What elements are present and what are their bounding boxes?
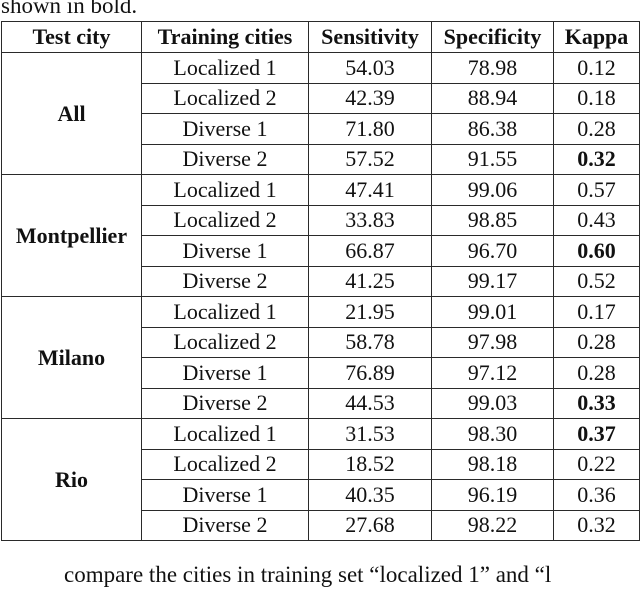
specificity-cell: 99.03 bbox=[431, 387, 554, 419]
kappa-cell: 0.22 bbox=[553, 448, 640, 480]
sensitivity-cell: 66.87 bbox=[308, 235, 432, 267]
kappa-cell: 0.37 bbox=[553, 418, 640, 450]
kappa-cell: 0.32 bbox=[553, 143, 640, 175]
sensitivity-cell: 21.95 bbox=[308, 296, 432, 328]
kappa-cell: 0.18 bbox=[553, 82, 640, 114]
sensitivity-cell: 42.39 bbox=[308, 82, 432, 114]
test-city-cell: Milano bbox=[1, 296, 142, 419]
training-cities-cell: Localized 2 bbox=[141, 204, 309, 236]
table-row: All Localized 1 54.03 78.98 0.12 bbox=[1, 52, 640, 175]
specificity-cell: 99.01 bbox=[431, 296, 554, 328]
test-city-cell: Rio bbox=[1, 418, 142, 541]
training-cities-cell: Localized 2 bbox=[141, 82, 309, 114]
sensitivity-cell: 31.53 bbox=[308, 418, 432, 450]
kappa-cell: 0.17 bbox=[553, 296, 640, 328]
sensitivity-cell: 76.89 bbox=[308, 357, 432, 389]
table-row: Montpellier Localized 1 47.41 99.06 0.57 bbox=[1, 174, 640, 297]
training-cities-cell: Diverse 2 bbox=[141, 143, 309, 175]
table-row: Rio Localized 1 31.53 98.30 0.37 bbox=[1, 418, 640, 541]
training-cities-cell: Localized 1 bbox=[141, 418, 309, 450]
training-cities-cell: Diverse 2 bbox=[141, 509, 309, 541]
training-cities-cell: Diverse 1 bbox=[141, 235, 309, 267]
sensitivity-cell: 44.53 bbox=[308, 387, 432, 419]
kappa-cell: 0.36 bbox=[553, 479, 640, 511]
test-city-cell: Montpellier bbox=[1, 174, 142, 297]
sensitivity-cell: 58.78 bbox=[308, 326, 432, 358]
header-training-cities: Training cities bbox=[141, 21, 309, 53]
specificity-cell: 78.98 bbox=[431, 52, 554, 84]
kappa-cell: 0.28 bbox=[553, 113, 640, 145]
specificity-cell: 97.12 bbox=[431, 357, 554, 389]
caption-bottom-text: compare the cities in training set “loca… bbox=[64, 562, 552, 587]
training-cities-cell: Diverse 1 bbox=[141, 357, 309, 389]
header-row: Test city Training cities Sensitivity Sp… bbox=[1, 21, 640, 53]
kappa-cell: 0.60 bbox=[553, 235, 640, 267]
sensitivity-cell: 57.52 bbox=[308, 143, 432, 175]
specificity-cell: 99.17 bbox=[431, 265, 554, 297]
sensitivity-cell: 47.41 bbox=[308, 174, 432, 206]
kappa-cell: 0.52 bbox=[553, 265, 640, 297]
header-test-city: Test city bbox=[1, 21, 142, 53]
specificity-cell: 98.18 bbox=[431, 448, 554, 480]
table-row: Milano Localized 1 21.95 99.01 0.17 bbox=[1, 296, 640, 419]
caption-top-text: shown in bold. bbox=[1, 0, 138, 18]
table-body: All Localized 1 54.03 78.98 0.12 Localized 24… bbox=[1, 52, 640, 541]
specificity-cell: 98.30 bbox=[431, 418, 554, 450]
sensitivity-cell: 54.03 bbox=[308, 52, 432, 84]
sensitivity-cell: 71.80 bbox=[308, 113, 432, 145]
results-table: Test city Training cities Sensitivity Sp… bbox=[1, 21, 640, 541]
specificity-cell: 88.94 bbox=[431, 82, 554, 114]
test-city-cell: All bbox=[1, 52, 142, 175]
specificity-cell: 97.98 bbox=[431, 326, 554, 358]
kappa-cell: 0.33 bbox=[553, 387, 640, 419]
specificity-cell: 86.38 bbox=[431, 113, 554, 145]
header-specificity: Specificity bbox=[431, 21, 554, 53]
sensitivity-cell: 33.83 bbox=[308, 204, 432, 236]
training-cities-cell: Localized 2 bbox=[141, 326, 309, 358]
header-kappa: Kappa bbox=[553, 21, 640, 53]
sensitivity-cell: 18.52 bbox=[308, 448, 432, 480]
kappa-cell: 0.43 bbox=[553, 204, 640, 236]
specificity-cell: 98.22 bbox=[431, 509, 554, 541]
kappa-cell: 0.57 bbox=[553, 174, 640, 206]
training-cities-cell: Diverse 2 bbox=[141, 265, 309, 297]
sensitivity-cell: 27.68 bbox=[308, 509, 432, 541]
header-sensitivity: Sensitivity bbox=[308, 21, 432, 53]
sensitivity-cell: 40.35 bbox=[308, 479, 432, 511]
specificity-cell: 96.19 bbox=[431, 479, 554, 511]
kappa-cell: 0.12 bbox=[553, 52, 640, 84]
kappa-cell: 0.32 bbox=[553, 509, 640, 541]
specificity-cell: 98.85 bbox=[431, 204, 554, 236]
sensitivity-cell: 41.25 bbox=[308, 265, 432, 297]
specificity-cell: 91.55 bbox=[431, 143, 554, 175]
training-cities-cell: Localized 2 bbox=[141, 448, 309, 480]
training-cities-cell: Localized 1 bbox=[141, 52, 309, 84]
kappa-cell: 0.28 bbox=[553, 357, 640, 389]
specificity-cell: 99.06 bbox=[431, 174, 554, 206]
kappa-cell: 0.28 bbox=[553, 326, 640, 358]
training-cities-cell: Localized 1 bbox=[141, 296, 309, 328]
training-cities-cell: Diverse 2 bbox=[141, 387, 309, 419]
training-cities-cell: Diverse 1 bbox=[141, 479, 309, 511]
specificity-cell: 96.70 bbox=[431, 235, 554, 267]
training-cities-cell: Localized 1 bbox=[141, 174, 309, 206]
training-cities-cell: Diverse 1 bbox=[141, 113, 309, 145]
